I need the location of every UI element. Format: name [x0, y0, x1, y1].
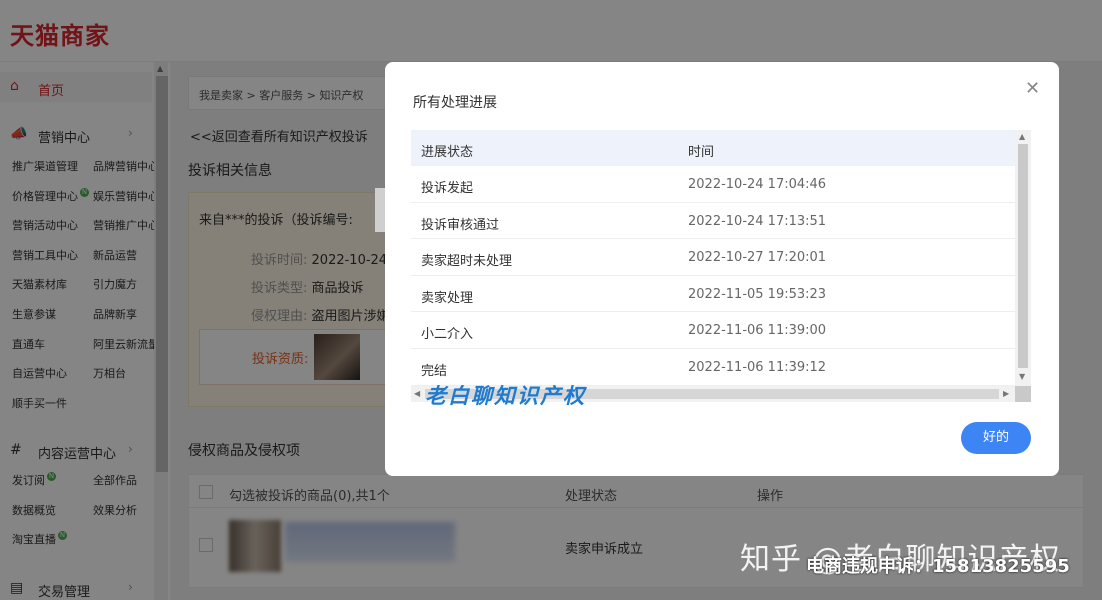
phone-watermark: 电商违规申诉：15813825595 [806, 556, 1070, 577]
dialog-title: 所有处理进展 [413, 95, 497, 111]
progress-dialog: 所有处理进展 ✕ 进展状态 时间 投诉发起 2022-10-24 17:04:46… [385, 62, 1059, 476]
progress-status: 小二介入 [421, 327, 474, 343]
vertical-scrollbar[interactable]: ▲ ▼ [1015, 130, 1031, 386]
scroll-left-arrow-icon[interactable]: ◀ [414, 389, 420, 398]
progress-status: 卖家超时未处理 [421, 254, 513, 270]
progress-table-header: 进展状态 时间 [411, 130, 1015, 166]
close-icon[interactable]: ✕ [1025, 78, 1040, 99]
scroll-up-arrow-icon[interactable]: ▲ [1019, 132, 1025, 141]
time-column-header: 时间 [688, 145, 715, 160]
progress-time: 2022-11-06 11:39:12 [688, 360, 827, 375]
progress-time: 2022-10-24 17:13:51 [688, 213, 827, 229]
watermark-text: 老白聊知识产权 [425, 383, 586, 408]
progress-status: 完结 [421, 364, 448, 379]
progress-time: 2022-11-06 11:39:00 [688, 323, 827, 339]
progress-row: 投诉审核通过 2022-10-24 17:13:51 [411, 203, 1015, 240]
progress-time: 2022-10-24 17:04:46 [688, 177, 827, 192]
ok-button[interactable]: 好的 [961, 422, 1031, 454]
progress-time: 2022-10-27 17:20:01 [688, 250, 827, 266]
progress-status: 投诉发起 [421, 181, 474, 196]
progress-row: 卖家处理 2022-11-05 19:53:23 [411, 276, 1015, 313]
scrollbar-corner [1015, 386, 1031, 402]
progress-status: 卖家处理 [421, 290, 474, 306]
progress-table: 进展状态 时间 投诉发起 2022-10-24 17:04:46 投诉审核通过 202… [411, 130, 1031, 402]
scroll-right-arrow-icon[interactable]: ▶ [1003, 389, 1009, 398]
vertical-scroll-thumb[interactable] [1018, 144, 1028, 368]
status-column-header: 进展状态 [421, 145, 474, 160]
progress-status: 投诉审核通过 [421, 217, 500, 233]
progress-row: 小二介入 2022-11-06 11:39:00 [411, 312, 1015, 349]
progress-time: 2022-11-05 19:53:23 [688, 286, 827, 302]
progress-row: 卖家超时未处理 2022-10-27 17:20:01 [411, 239, 1015, 276]
scroll-down-arrow-icon[interactable]: ▼ [1019, 372, 1025, 381]
progress-row: 投诉发起 2022-10-24 17:04:46 [411, 166, 1015, 203]
